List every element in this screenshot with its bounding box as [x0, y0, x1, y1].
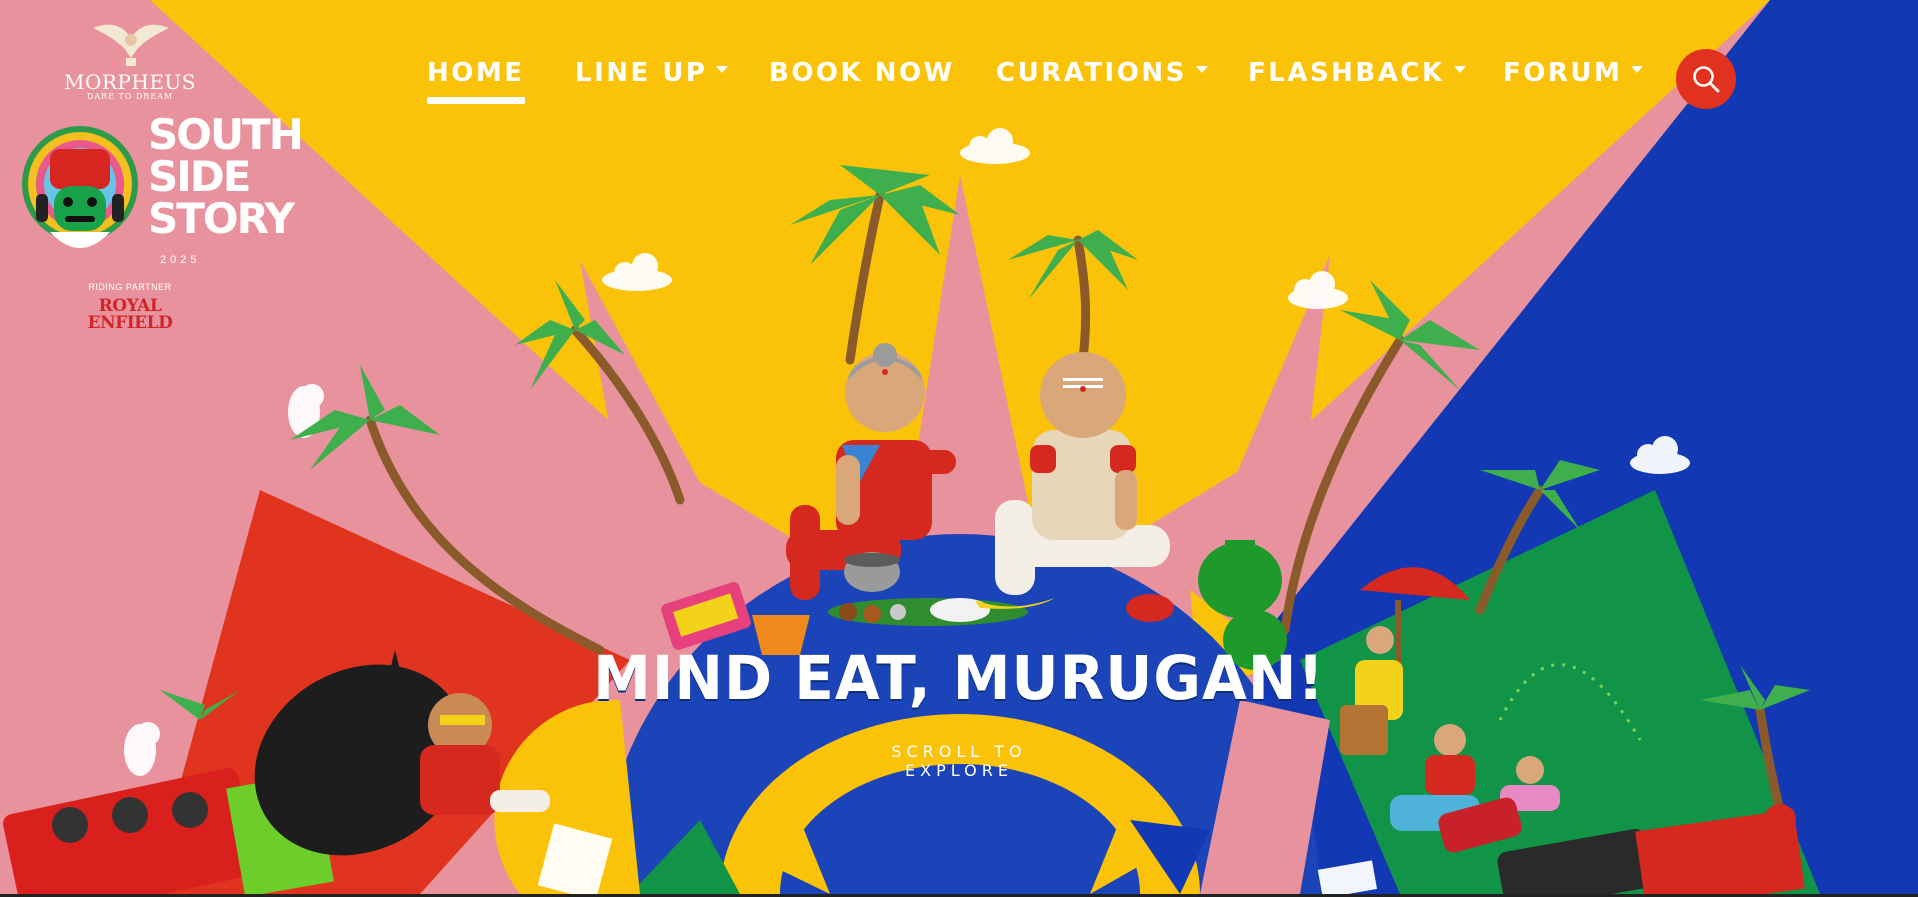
morpheus-angel-logo [93, 24, 169, 66]
sponsor-name: MORPHEUS [64, 70, 196, 94]
hero-stage: MORPHEUS DARE TO DREAM SOUTH SIDE STORY 20… [0, 0, 1918, 894]
nav-forum-label: FORUM [1503, 58, 1623, 88]
search-button[interactable] [1676, 49, 1736, 109]
nav-curations-label: CURATIONS [996, 58, 1187, 88]
caret-down-icon [1195, 66, 1208, 73]
partner-logo: ROYAL ENFIELD [87, 296, 173, 333]
caret-down-icon [1631, 66, 1644, 73]
brand-block: MORPHEUS DARE TO DREAM SOUTH SIDE STORY 20… [10, 12, 304, 333]
nav-forum[interactable]: FORUM [1503, 58, 1644, 88]
nav-book-now-label: BOOK NOW [769, 58, 955, 88]
festival-year: 2025 [160, 254, 201, 266]
sponsor-tagline: DARE TO DREAM [86, 92, 174, 101]
caret-down-icon [716, 66, 729, 73]
nav-line-up[interactable]: LINE UP [575, 58, 729, 88]
nav-curations[interactable]: CURATIONS [996, 58, 1208, 88]
nav-home-label: HOME [427, 58, 525, 88]
nav-book-now[interactable]: BOOK NOW [769, 58, 955, 88]
hero-headline: MIND EAT, MURUGAN! [593, 642, 1325, 714]
nav-line-up-label: LINE UP [575, 58, 708, 88]
search-icon [1693, 66, 1720, 93]
nav-flashback-label: FLASHBACK [1248, 58, 1445, 88]
caret-down-icon [1453, 66, 1466, 73]
festival-logo: SOUTH SIDE STORY [148, 110, 304, 243]
nav-flashback[interactable]: FLASHBACK [1248, 58, 1466, 88]
kathakali-mask-logo [22, 126, 138, 248]
partner-label: RIDING PARTNER [88, 282, 172, 292]
nav-home[interactable]: HOME [427, 58, 525, 104]
active-underline [427, 97, 525, 104]
scroll-to-explore[interactable]: SCROLL TO EXPLORE [859, 742, 1059, 780]
